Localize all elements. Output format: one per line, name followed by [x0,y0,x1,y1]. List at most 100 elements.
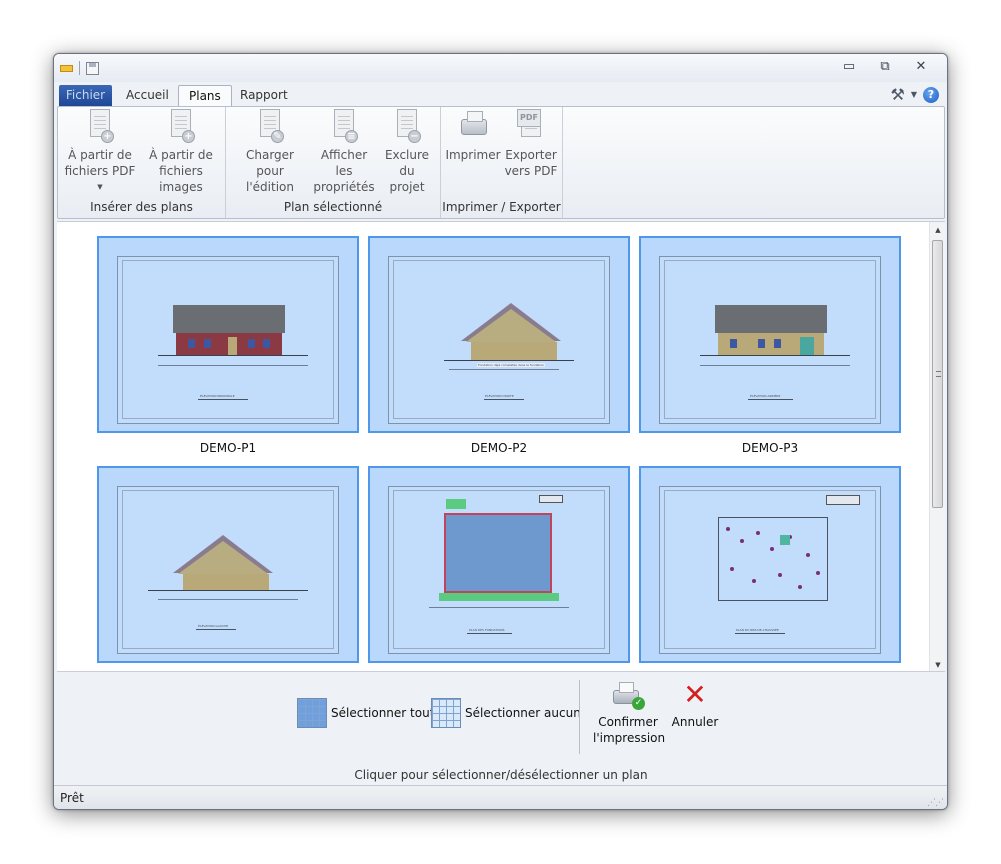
close-x-icon: ✕ [683,678,707,711]
app-window: ▭ ⧉ ✕ Fichier Accueil Plans Rapport ⚒ ▼ … [53,53,948,810]
confirm-label-2: l'impression [593,731,666,745]
plan-sheet: ÉLÉVATION PRINCIPALE [117,256,339,424]
insert-from-images-label-2: fichiers images [159,164,203,194]
image-add-icon: + [165,109,197,143]
insert-from-images-label-1: À partir de [149,148,213,162]
plan-sheet: PLAN DU REZ-DE-CHAUSSÉE [659,486,881,654]
export-pdf-label-2: vers PDF [504,164,558,178]
exclude-from-project-button[interactable]: − Exclure du projet [376,109,438,195]
print-button[interactable]: Imprimer [445,109,501,163]
plan-caption: ÉLÉVATION PRINCIPALE [200,394,235,398]
plan-thumbnail[interactable]: PLAN DES FONDATIONS [368,466,630,663]
exclude-label-1: Exclure du [384,148,430,178]
select-all-label: Sélectionner tout [331,706,435,720]
load-for-edit-label-2: l'édition [246,180,294,194]
plan-sheet: ÉLÉVATION ARRIÈRE [659,256,881,424]
ribbon-group-insert: + À partir de fichiers PDF ▼ + À partir … [58,107,226,218]
load-for-edit-button[interactable]: ✎ Charger pour l'édition [232,109,308,195]
exclude-label-2: projet [389,180,425,194]
export-pdf-button[interactable]: PDF Exporter vers PDF [501,109,561,179]
chevron-down-icon[interactable]: ▼ [911,90,917,99]
quick-access-toolbar [60,61,99,75]
plan-card-1[interactable]: ÉLÉVATION PRINCIPALE DEMO-P1 [97,236,359,455]
ribbon-group-print-export: Imprimer PDF Exporter vers PDF Imprimer … [441,107,563,218]
pdf-export-icon: PDF [515,109,547,143]
pdf-add-icon: + [84,109,116,143]
title-bar: ▭ ⧉ ✕ [54,54,947,82]
plan-name: DEMO-P2 [470,441,528,455]
ribbon-group-selected-plan: ✎ Charger pour l'édition ≡ Afficher les … [226,107,441,218]
ribbon-tab-row: Fichier Accueil Plans Rapport ⚒ ▼ ? [54,82,947,106]
plan-thumbnail[interactable]: Fondation déjà complétée dans la fondati… [368,236,630,433]
ruler-app-icon [60,64,73,72]
vertical-scrollbar[interactable]: ▲ ▼ [929,222,945,671]
window-controls: ▭ ⧉ ✕ [833,58,937,76]
resize-grip-icon[interactable]: ⋰⋰ [927,798,944,808]
chevron-down-icon[interactable]: ▼ [64,179,136,195]
insert-from-images-button[interactable]: + À partir de fichiers images [138,109,224,195]
tab-fichier[interactable]: Fichier [59,85,112,106]
printer-check-icon: ✓ [611,680,645,710]
group-label-selected-plan: Plan sélectionné [283,200,383,214]
plan-caption: PLAN DU REZ-DE-CHAUSSÉE [736,628,779,632]
plan-card-4[interactable]: ÉLÉVATION GAUCHE [97,466,359,671]
plan-card-5[interactable]: PLAN DES FONDATIONS [368,466,630,671]
plan-card-6[interactable]: PLAN DU REZ-DE-CHAUSSÉE [639,466,901,671]
plan-card-2[interactable]: Fondation déjà complétée dans la fondati… [368,236,630,455]
status-bar: Prêt ⋰⋰ [54,785,947,809]
cancel-button[interactable]: ✕ Annuler [669,680,721,730]
select-none-label: Sélectionner aucun [465,706,581,720]
close-button[interactable]: ✕ [905,58,937,76]
insert-from-pdf-button[interactable]: + À partir de fichiers PDF ▼ [64,109,136,195]
select-none-button[interactable]: Sélectionner aucun [431,698,581,728]
selection-hint: Cliquer pour sélectionner/désélectionner… [354,768,648,782]
selection-panel: Sélectionner tout Sélectionner aucun ✓ C… [57,674,945,784]
save-icon[interactable] [86,61,99,75]
plan-caption: ÉLÉVATION ARRIÈRE [750,394,781,398]
scroll-up-arrow-icon[interactable]: ▲ [930,222,945,238]
select-all-button[interactable]: Sélectionner tout [297,698,434,728]
plan-caption: ÉLÉVATION DROITE [485,394,514,398]
plan-thumbnail[interactable]: ÉLÉVATION PRINCIPALE [97,236,359,433]
tab-accueil[interactable]: Accueil [116,85,179,106]
minimize-button[interactable]: ▭ [833,58,865,76]
quick-access-separator [79,61,80,75]
confirm-print-button[interactable]: ✓ Confirmer l'impression [593,680,666,746]
plan-thumbnail[interactable]: ÉLÉVATION GAUCHE [97,466,359,663]
printer-icon [457,109,489,143]
plan-sheet: PLAN DES FONDATIONS [388,486,610,654]
show-properties-button[interactable]: ≡ Afficher les propriétés [312,109,376,195]
show-properties-label-1: Afficher les [320,148,368,178]
restore-button[interactable]: ⧉ [869,58,901,76]
group-label-insert: Insérer des plans [90,200,193,214]
print-label: Imprimer [445,148,501,162]
properties-icon: ≡ [328,109,360,143]
plan-card-3[interactable]: ÉLÉVATION ARRIÈRE DEMO-P3 [639,236,901,455]
tab-plans[interactable]: Plans [178,85,232,106]
load-for-edit-label-1: Charger pour [246,148,294,178]
ribbon-tools: ⚒ ▼ ? [891,85,939,104]
scroll-thumb[interactable] [932,240,943,508]
plan-thumbnail[interactable]: ÉLÉVATION ARRIÈRE [639,236,901,433]
plan-note: Fondation déjà complétée dans la fondati… [477,363,546,367]
plan-sheet: ÉLÉVATION GAUCHE [117,486,339,654]
scroll-down-arrow-icon[interactable]: ▼ [930,657,945,671]
grid-empty-icon [431,698,461,728]
plan-thumbnail[interactable]: PLAN DU REZ-DE-CHAUSSÉE [639,466,901,663]
export-pdf-label-1: Exporter [505,148,557,162]
tools-icon[interactable]: ⚒ [891,85,905,104]
grid-filled-icon [297,698,327,728]
exclude-icon: − [391,109,423,143]
group-label-print-export: Imprimer / Exporter [442,200,561,214]
confirm-label-1: Confirmer [598,715,658,729]
tab-rapport[interactable]: Rapport [230,85,298,106]
plan-name: DEMO-P1 [199,441,257,455]
plans-gallery: ÉLÉVATION PRINCIPALE DEMO-P1 Fondation d… [57,221,945,672]
plan-sheet: Fondation déjà complétée dans la fondati… [388,256,610,424]
plan-caption: ÉLÉVATION GAUCHE [198,624,229,628]
help-icon[interactable]: ? [923,86,939,103]
insert-from-pdf-label-1: À partir de [68,148,132,162]
insert-from-pdf-label-2: fichiers PDF [64,164,136,178]
panel-separator [579,680,580,754]
ribbon: + À partir de fichiers PDF ▼ + À partir … [57,106,945,219]
